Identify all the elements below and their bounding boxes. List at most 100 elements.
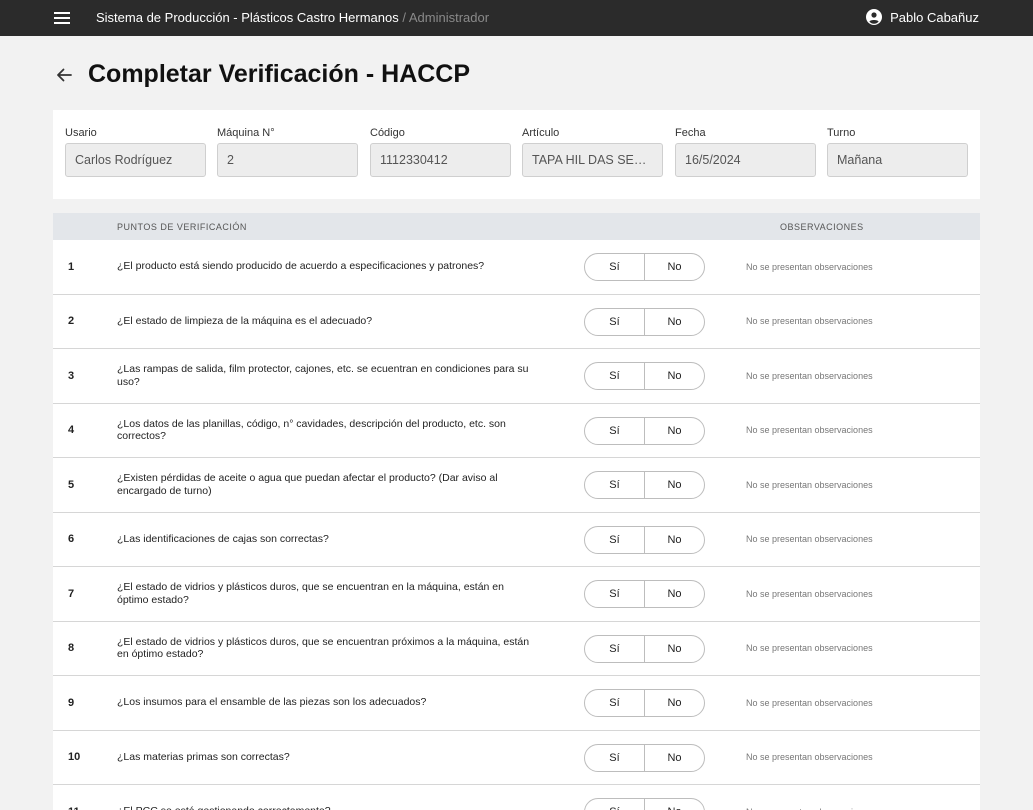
breadcrumb: / Administrador bbox=[398, 10, 490, 25]
usuario-input[interactable] bbox=[65, 143, 206, 177]
yes-button[interactable]: Sí bbox=[585, 635, 645, 662]
field-label: Usario bbox=[65, 127, 97, 139]
row-number: 10 bbox=[68, 751, 81, 764]
no-button[interactable]: No bbox=[645, 418, 704, 444]
maquina-input[interactable] bbox=[217, 143, 358, 177]
table-row: 10 ¿Las materias primas son correctas? S… bbox=[53, 730, 980, 785]
turno-input[interactable] bbox=[827, 143, 968, 177]
table-row: 2 ¿El estado de limpieza de la máquina e… bbox=[53, 294, 980, 349]
user-menu[interactable]: Pablo Cabañuz bbox=[866, 9, 979, 25]
yes-no-toggle[interactable]: Sí No bbox=[584, 253, 705, 281]
field-label: Código bbox=[370, 127, 405, 139]
arrow-back-icon[interactable] bbox=[54, 65, 74, 85]
top-app-bar: Sistema de Producción - Plásticos Castro… bbox=[0, 0, 1033, 36]
yes-no-toggle[interactable]: Sí No bbox=[584, 580, 705, 608]
yes-button[interactable]: Sí bbox=[585, 254, 645, 280]
observation-text: No se presentan observaciones bbox=[746, 534, 873, 545]
yes-button[interactable]: Sí bbox=[585, 799, 645, 810]
menu-icon[interactable] bbox=[54, 12, 70, 24]
yes-no-toggle[interactable]: Sí No bbox=[584, 525, 705, 554]
table-row: 3 ¿Las rampas de salida, film protector,… bbox=[53, 349, 980, 404]
no-button[interactable]: No bbox=[645, 363, 704, 389]
yes-button[interactable]: Sí bbox=[585, 744, 645, 771]
table-row: 7 ¿El estado de vidrios y plásticos duro… bbox=[53, 567, 980, 622]
no-button[interactable]: No bbox=[645, 581, 704, 607]
verification-question: ¿Las identificaciones de cajas son corre… bbox=[117, 532, 329, 545]
page-header: Completar Verificación - HACCP bbox=[54, 60, 470, 89]
yes-no-toggle[interactable]: Sí No bbox=[584, 689, 705, 717]
field-articulo: Artículo bbox=[522, 127, 663, 177]
codigo-input[interactable] bbox=[370, 143, 511, 177]
yes-button[interactable]: Sí bbox=[585, 308, 645, 335]
field-turno: Turno bbox=[827, 127, 968, 177]
field-maquina: Máquina N° bbox=[217, 127, 358, 177]
yes-no-toggle[interactable]: Sí No bbox=[584, 634, 705, 663]
observation-text: No se presentan observaciones bbox=[746, 752, 873, 763]
observation-text: No se presentan observaciones bbox=[746, 643, 873, 654]
observation-text: No se presentan observaciones bbox=[746, 785, 873, 810]
table-row: 8 ¿El estado de vidrios y plásticos duro… bbox=[53, 621, 980, 676]
table-header: PUNTOS DE VERIFICACIÓN OBSERVACIONES bbox=[53, 213, 980, 240]
verification-question: ¿Existen pérdidas de aceite o agua que p… bbox=[117, 472, 498, 497]
no-button[interactable]: No bbox=[645, 254, 704, 280]
no-button[interactable]: No bbox=[645, 472, 704, 498]
row-number: 9 bbox=[68, 696, 75, 709]
yes-button[interactable]: Sí bbox=[585, 526, 645, 553]
observation-text: No se presentan observaciones bbox=[746, 316, 873, 327]
verification-info-card: Usario Máquina N° Código Artículo Fecha … bbox=[53, 110, 980, 199]
app-title: Sistema de Producción - Plásticos Castro… bbox=[96, 10, 489, 25]
field-label: Artículo bbox=[522, 127, 560, 139]
observation-text: No se presentan observaciones bbox=[746, 261, 873, 272]
fecha-input[interactable] bbox=[675, 143, 816, 177]
yes-button[interactable]: Sí bbox=[585, 581, 645, 607]
verification-question: ¿El estado de vidrios y plásticos duros,… bbox=[117, 581, 504, 606]
no-button[interactable]: No bbox=[645, 309, 704, 335]
no-button[interactable]: No bbox=[645, 636, 704, 662]
column-header-observations: OBSERVACIONES bbox=[780, 222, 864, 232]
field-usuario: Usario bbox=[65, 127, 206, 177]
table-row: 11 ¿El PCC se está gestionando correctam… bbox=[53, 785, 980, 810]
verification-question: ¿El estado de vidrios y plásticos duros,… bbox=[117, 635, 530, 661]
user-name: Pablo Cabañuz bbox=[890, 9, 979, 25]
yes-button[interactable]: Sí bbox=[585, 363, 645, 389]
no-button[interactable]: No bbox=[645, 799, 704, 810]
yes-no-toggle[interactable]: Sí No bbox=[584, 743, 705, 772]
verification-question: ¿Las rampas de salida, film protector, c… bbox=[117, 363, 529, 388]
table-row: 4 ¿Los datos de las planillas, código, n… bbox=[53, 403, 980, 458]
row-number: 11 bbox=[68, 785, 80, 810]
field-label: Fecha bbox=[675, 127, 706, 139]
yes-button[interactable]: Sí bbox=[585, 690, 645, 716]
row-number: 7 bbox=[68, 587, 75, 600]
yes-no-toggle[interactable]: Sí No bbox=[584, 798, 705, 810]
yes-no-toggle[interactable]: Sí No bbox=[584, 471, 705, 499]
no-button[interactable]: No bbox=[645, 527, 704, 553]
row-number: 5 bbox=[68, 478, 75, 491]
yes-no-toggle[interactable]: Sí No bbox=[584, 307, 705, 336]
field-fecha: Fecha bbox=[675, 127, 816, 177]
row-number: 1 bbox=[68, 260, 75, 273]
observation-text: No se presentan observaciones bbox=[746, 697, 873, 708]
verification-question: ¿Los insumos para el ensamble de las pie… bbox=[117, 696, 427, 709]
verification-question: ¿El estado de limpieza de la máquina es … bbox=[117, 314, 373, 327]
yes-no-toggle[interactable]: Sí No bbox=[584, 362, 705, 390]
no-button[interactable]: No bbox=[645, 745, 704, 771]
field-codigo: Código bbox=[370, 127, 511, 177]
yes-button[interactable]: Sí bbox=[585, 417, 645, 444]
observation-text: No se presentan observaciones bbox=[746, 425, 873, 436]
table-row: 5 ¿Existen pérdidas de aceite o agua que… bbox=[53, 458, 980, 513]
table-body: 1 ¿El producto está siendo producido de … bbox=[53, 240, 980, 810]
observation-text: No se presentan observaciones bbox=[746, 370, 873, 381]
articulo-input[interactable] bbox=[522, 143, 663, 177]
column-header-points: PUNTOS DE VERIFICACIÓN bbox=[117, 222, 247, 232]
observation-text: No se presentan observaciones bbox=[746, 588, 873, 599]
verification-table: PUNTOS DE VERIFICACIÓN OBSERVACIONES 1 ¿… bbox=[53, 213, 980, 810]
verification-question: ¿El producto está siendo producido de ac… bbox=[117, 260, 485, 273]
field-label: Turno bbox=[827, 127, 856, 139]
yes-button[interactable]: Sí bbox=[585, 472, 645, 498]
yes-no-toggle[interactable]: Sí No bbox=[584, 416, 705, 445]
no-button[interactable]: No bbox=[645, 690, 704, 716]
field-label: Máquina N° bbox=[217, 127, 275, 139]
account-circle-icon bbox=[866, 9, 883, 25]
verification-question: ¿Los datos de las planillas, código, n° … bbox=[117, 417, 506, 443]
observation-text: No se presentan observaciones bbox=[746, 479, 873, 490]
